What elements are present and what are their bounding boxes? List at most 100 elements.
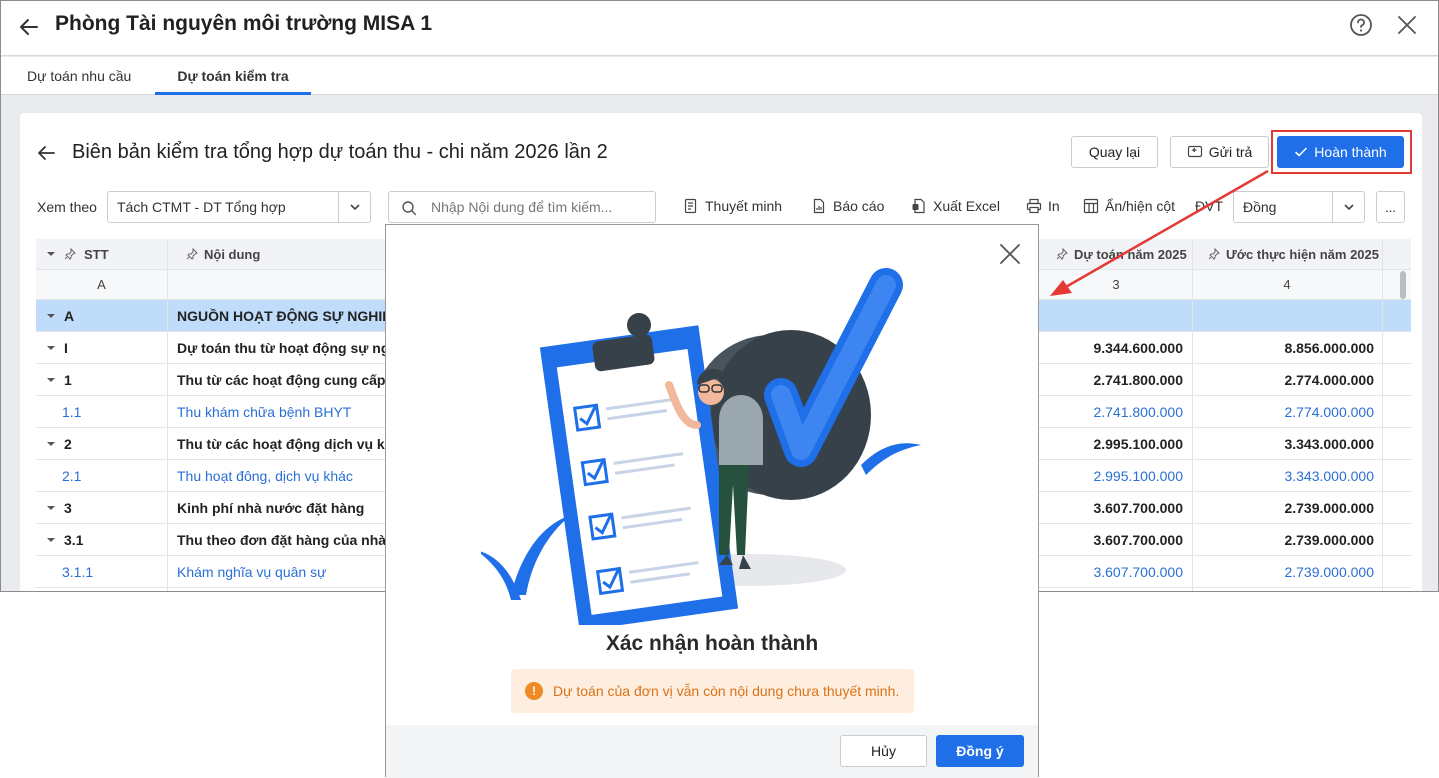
row-content: Thu hoạt đông, dịch vụ khác <box>177 467 353 484</box>
toggle-columns-label: Ẩn/hiện cột <box>1105 198 1176 214</box>
vertical-scrollbar[interactable] <box>1400 269 1406 591</box>
column-label: Nội dung <box>204 246 261 262</box>
report-icon <box>813 198 825 214</box>
unit-label: ĐVT <box>1195 198 1223 214</box>
back-button-label: Quay lại <box>1088 144 1141 160</box>
caret-down-icon[interactable] <box>46 308 56 324</box>
excel-icon <box>912 198 925 214</box>
column-header-budget-2025[interactable]: Dự toán năm 2025 <box>1056 239 1187 269</box>
row-estimate-2025: 2.739.000.000 <box>1284 531 1374 548</box>
more-button[interactable]: ... <box>1376 191 1405 223</box>
page-title: Biên bản kiểm tra tổng hợp dự toán thu -… <box>72 141 608 163</box>
close-icon[interactable] <box>997 241 1023 267</box>
pin-icon <box>186 248 198 260</box>
row-budget-2025: 3.607.700.000 <box>1093 499 1183 516</box>
help-icon[interactable] <box>1348 12 1374 38</box>
row-estimate-2025: 3.343.000.000 <box>1284 435 1374 452</box>
send-back-button-label: Gửi trả <box>1208 144 1253 160</box>
view-by-select[interactable]: Tách CTMT - DT Tổng hợp <box>107 191 371 223</box>
close-icon[interactable] <box>1394 12 1420 38</box>
print-button[interactable]: In <box>1026 198 1060 214</box>
row-stt-cell: 2.1 <box>62 460 81 491</box>
row-content: Kinh phí nhà nước đặt hàng <box>177 499 365 516</box>
column-header-content[interactable]: Nội dung <box>186 239 260 269</box>
row-stt: 2.1 <box>62 467 82 484</box>
report-button[interactable]: Báo cáo <box>811 198 884 214</box>
window-title: Phòng Tài nguyên môi trường MISA 1 <box>55 12 433 35</box>
view-by-value: Tách CTMT - DT Tổng hợp <box>117 199 286 215</box>
caret-down-icon[interactable] <box>46 436 56 452</box>
row-budget-2025: 3.607.700.000 <box>1093 563 1183 580</box>
row-estimate-2025: 2.739.000.000 <box>1284 563 1374 580</box>
column-header-stt[interactable]: STT <box>46 239 109 269</box>
row-content: Thu từ các hoạt động cung cấp c <box>177 371 392 388</box>
unit-select[interactable]: Đồng <box>1233 191 1365 223</box>
document-edit-icon <box>684 198 697 214</box>
row-budget-2025: 9.344.600.000 <box>1093 339 1183 356</box>
row-stt-cell: 3.1 <box>46 524 83 555</box>
row-stt-cell: 2 <box>46 428 72 459</box>
tab-du-toan-nhu-cau[interactable]: Dự toán nhu cầu <box>27 57 131 95</box>
dialog-title: Xác nhận hoàn thành <box>605 632 819 655</box>
column-label: Ước thực hiện năm 2025 <box>1226 246 1379 262</box>
row-estimate-2025: 2.774.000.000 <box>1284 371 1374 388</box>
row-budget-2025: 2.995.100.000 <box>1093 467 1183 484</box>
tab-bar: Dự toán nhu cầu Dự toán kiểm tra <box>1 57 1438 95</box>
row-estimate-2025 <box>1192 300 1374 331</box>
row-content: Khám nghĩa vụ quân sự <box>177 563 327 580</box>
caret-down-icon <box>47 252 55 256</box>
row-stt-cell: I <box>46 332 68 363</box>
row-stt-cell: A <box>46 300 74 331</box>
row-stt: I <box>64 339 68 356</box>
back-button[interactable]: Quay lại <box>1071 136 1158 168</box>
panel-back-icon[interactable] <box>34 141 58 165</box>
checklist-illustration <box>481 268 921 625</box>
row-estimate-2025: 8.856.000.000 <box>1284 339 1374 356</box>
chevron-down-icon[interactable] <box>338 192 370 222</box>
search-icon <box>402 201 417 216</box>
row-estimate-2025: 3.343.000.000 <box>1284 467 1374 484</box>
toggle-columns-button[interactable]: Ẩn/hiện cột <box>1083 198 1175 214</box>
pin-icon <box>64 248 76 260</box>
search-input[interactable]: Nhập Nội dung để tìm kiếm... <box>388 191 656 223</box>
row-budget-2025: 2.995.100.000 <box>1093 435 1183 452</box>
row-stt-cell: 3 <box>46 492 72 523</box>
warning-banner: ! Dự toán của đơn vị vẫn còn nội dung ch… <box>511 669 914 713</box>
pin-icon <box>1208 248 1220 260</box>
column-code: A <box>97 277 106 292</box>
row-stt: 3.1.1 <box>62 563 94 580</box>
row-budget-2025 <box>1040 300 1183 331</box>
view-by-label: Xem theo <box>37 199 97 215</box>
toolbar: Xem theo Tách CTMT - DT Tổng hợp Nhập Nộ… <box>20 191 1422 225</box>
title-bar: Phòng Tài nguyên môi trường MISA 1 <box>1 1 1438 56</box>
confirm-button[interactable]: Đồng ý <box>936 735 1024 767</box>
report-label: Báo cáo <box>833 198 885 214</box>
tab-du-toan-kiem-tra[interactable]: Dự toán kiểm tra <box>155 57 311 95</box>
print-label: In <box>1048 198 1060 214</box>
columns-icon <box>1083 198 1099 214</box>
export-excel-button[interactable]: Xuất Excel <box>911 198 1000 214</box>
row-stt: 3.1 <box>64 531 84 548</box>
column-header-estimate-2025[interactable]: Ước thực hiện năm 2025 <box>1208 239 1379 269</box>
chevron-down-icon[interactable] <box>1332 192 1364 222</box>
caret-down-icon[interactable] <box>46 532 56 548</box>
unit-value: Đồng <box>1243 199 1277 215</box>
caret-down-icon[interactable] <box>46 340 56 356</box>
column-code: 4 <box>1283 277 1291 292</box>
cancel-button[interactable]: Hủy <box>840 735 927 767</box>
scrollbar-thumb[interactable] <box>1400 271 1406 299</box>
row-content: Thu khám chữa bệnh BHYT <box>177 403 352 420</box>
column-label: STT <box>84 246 109 262</box>
row-estimate-2025: 2.774.000.000 <box>1284 403 1374 420</box>
search-placeholder: Nhập Nội dung để tìm kiếm... <box>431 199 613 215</box>
row-content: Dự toán thu từ hoạt động sự nghi <box>177 339 392 356</box>
pin-icon <box>1056 248 1068 260</box>
row-budget-2025: 3.607.700.000 <box>1093 531 1183 548</box>
column-code: 3 <box>1112 277 1120 292</box>
explain-button[interactable]: Thuyết minh <box>683 198 782 214</box>
send-back-button[interactable]: Gửi trả <box>1170 136 1269 168</box>
back-arrow-icon[interactable] <box>15 13 43 41</box>
row-stt: 2 <box>64 435 72 452</box>
caret-down-icon[interactable] <box>46 500 56 516</box>
caret-down-icon[interactable] <box>46 372 56 388</box>
